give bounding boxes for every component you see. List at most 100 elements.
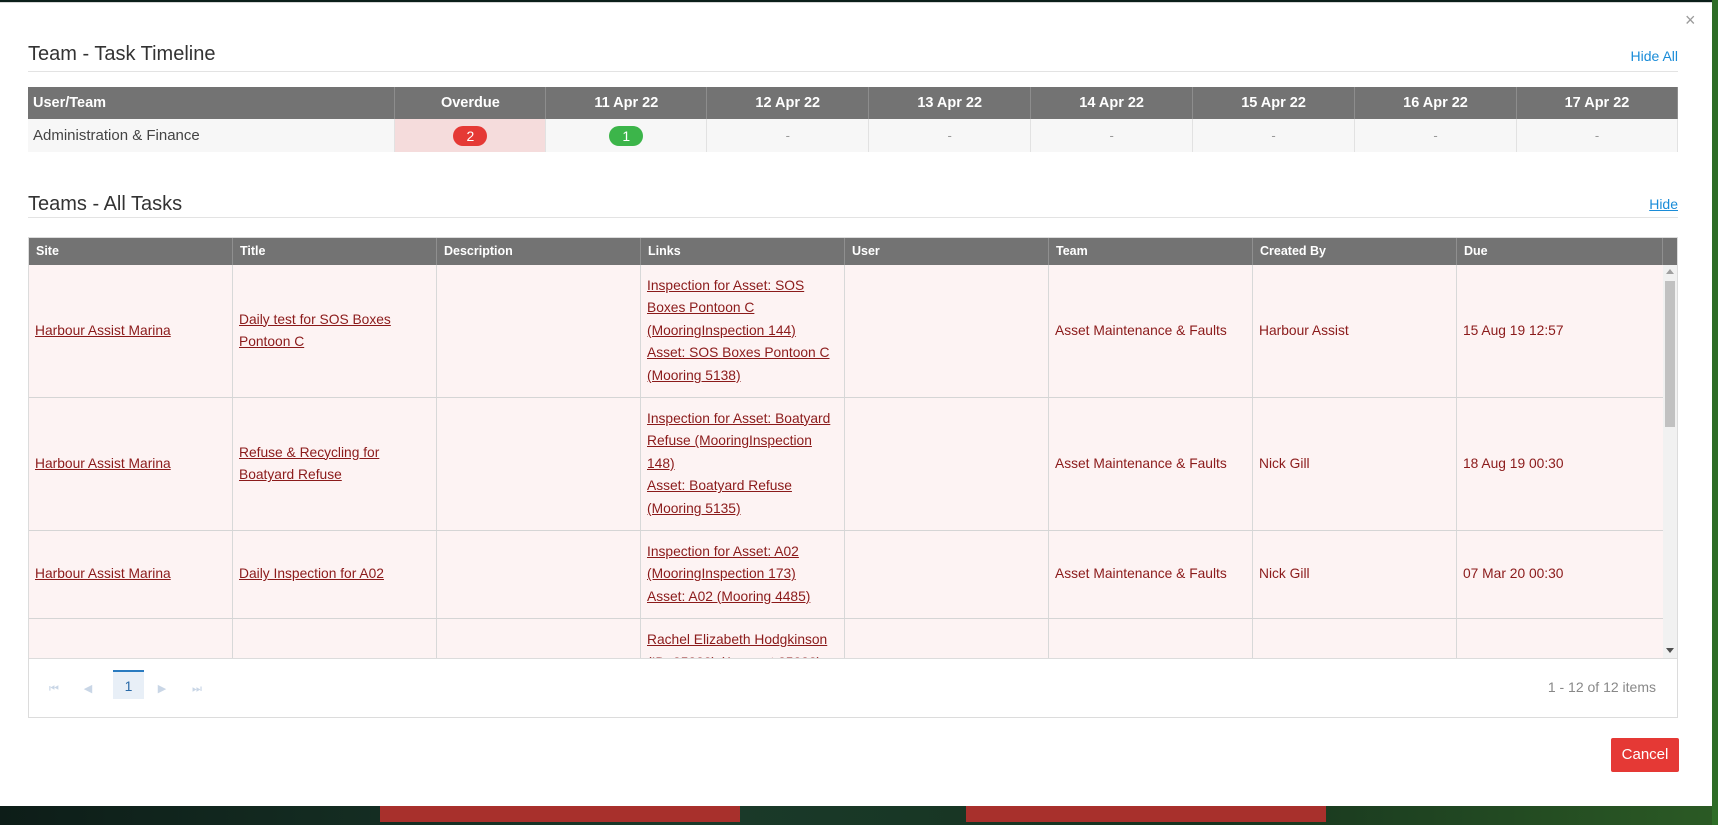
cancel-button[interactable]: Cancel bbox=[1611, 738, 1679, 772]
site-cell bbox=[29, 619, 233, 658]
user-cell bbox=[845, 265, 1049, 397]
timeline-header-row: User/Team Overdue 11 Apr 22 12 Apr 22 13… bbox=[28, 87, 1679, 119]
team-cell: Asset Maintenance & Faults bbox=[1049, 398, 1253, 530]
date-cell: - bbox=[868, 119, 1032, 152]
column-header-title[interactable]: Title bbox=[233, 238, 437, 265]
asset-link[interactable]: Asset: SOS Boxes Pontoon C (Mooring 5138… bbox=[647, 342, 838, 387]
table-row: Harbour Assist Marina Refuse & Recycling… bbox=[29, 398, 1663, 531]
prev-page-icon[interactable]: ◀ bbox=[75, 678, 101, 700]
next-page-icon[interactable]: ▶ bbox=[149, 678, 175, 700]
tasks-section-title: Teams - All Tasks bbox=[28, 193, 183, 215]
due-cell: 18 Aug 19 00:30 bbox=[1457, 398, 1663, 530]
date-cell: - bbox=[706, 119, 870, 152]
links-cell: Inspection for Asset: Boatyard Refuse (M… bbox=[641, 398, 845, 530]
task-count-badge[interactable]: 1 bbox=[609, 125, 644, 146]
created-by-cell: Harbour Assist bbox=[1253, 265, 1457, 397]
site-link[interactable]: Harbour Assist Marina bbox=[35, 563, 171, 586]
created-by-cell: Nick Gill bbox=[1253, 398, 1457, 530]
user-cell bbox=[845, 398, 1049, 530]
inspection-link[interactable]: Inspection for Asset: A02 (MooringInspec… bbox=[647, 541, 838, 586]
team-name: Administration & Finance bbox=[28, 119, 396, 152]
grid-header-row: Site Title Description Links User Team C… bbox=[29, 238, 1677, 265]
asset-link[interactable]: Asset: A02 (Mooring 4485) bbox=[647, 586, 838, 609]
tasks-grid: Site Title Description Links User Team C… bbox=[28, 237, 1678, 718]
links-cell: Inspection for Asset: SOS Boxes Pontoon … bbox=[641, 265, 845, 397]
created-by-cell: Nick Gill bbox=[1253, 531, 1457, 618]
date-cell: - bbox=[1030, 119, 1194, 152]
overdue-cell: 2 bbox=[394, 119, 547, 152]
column-header-date: 12 Apr 22 bbox=[706, 87, 870, 119]
due-cell: 07 Mar 20 00:30 bbox=[1457, 531, 1663, 618]
grid-scrollbar[interactable] bbox=[1663, 265, 1677, 658]
description-cell bbox=[437, 531, 641, 618]
hide-all-link[interactable]: Hide All bbox=[1631, 48, 1678, 64]
description-cell bbox=[437, 265, 641, 397]
links-cell: Inspection for Asset: A02 (MooringInspec… bbox=[641, 531, 845, 618]
task-title-link[interactable]: Refuse & Recycling for Boatyard Refuse bbox=[239, 442, 430, 487]
current-page-button[interactable]: 1 bbox=[113, 670, 144, 699]
column-header-description[interactable]: Description bbox=[437, 238, 641, 265]
column-header-date: 15 Apr 22 bbox=[1192, 87, 1356, 119]
created-by-cell bbox=[1253, 619, 1457, 658]
hide-link[interactable]: Hide bbox=[1649, 196, 1678, 212]
table-row: Harbour Assist Marina Daily Inspection f… bbox=[29, 531, 1663, 619]
team-value: Asset Maintenance & Faults bbox=[1055, 322, 1227, 338]
table-row: Rachel Elizabeth Hodgkinson (ID: 25222) … bbox=[29, 619, 1663, 658]
title-cell: Daily test for SOS Boxes Pontoon C bbox=[233, 265, 437, 397]
column-header-user[interactable]: User bbox=[845, 238, 1049, 265]
date-cell: - bbox=[1516, 119, 1679, 152]
overdue-count-badge[interactable]: 2 bbox=[453, 125, 488, 146]
section-divider bbox=[28, 71, 1678, 72]
inspection-link[interactable]: Inspection for Asset: Boatyard Refuse (M… bbox=[647, 408, 838, 476]
timeline-section-title: Team - Task Timeline bbox=[28, 43, 216, 65]
due-value: 07 Mar 20 00:30 bbox=[1463, 566, 1564, 582]
inspection-link[interactable]: Inspection for Asset: SOS Boxes Pontoon … bbox=[647, 275, 838, 343]
column-header-date: 16 Apr 22 bbox=[1354, 87, 1517, 119]
background-button bbox=[380, 806, 740, 822]
date-cell: 1 bbox=[545, 119, 708, 152]
site-link[interactable]: Harbour Assist Marina bbox=[35, 453, 171, 476]
site-link[interactable]: Harbour Assist Marina bbox=[35, 320, 171, 343]
grid-pager: ⏮ ◀ 1 ▶ ⏭ 1 - 12 of 12 items bbox=[29, 658, 1677, 717]
asset-link[interactable]: Asset: Boatyard Refuse (Mooring 5135) bbox=[647, 475, 838, 520]
team-cell bbox=[1049, 619, 1253, 658]
last-page-icon[interactable]: ⏭ bbox=[184, 678, 210, 700]
task-title-link[interactable]: Daily test for SOS Boxes Pontoon C bbox=[239, 309, 430, 354]
column-header-due[interactable]: Due bbox=[1457, 238, 1663, 265]
grid-body: Harbour Assist Marina Daily test for SOS… bbox=[29, 265, 1663, 658]
table-row: Harbour Assist Marina Daily test for SOS… bbox=[29, 265, 1663, 398]
title-cell: Daily Inspection for A02 bbox=[233, 531, 437, 618]
site-cell: Harbour Assist Marina bbox=[29, 265, 233, 397]
timeline-table: User/Team Overdue 11 Apr 22 12 Apr 22 13… bbox=[28, 87, 1679, 152]
due-cell: 15 Aug 19 12:57 bbox=[1457, 265, 1663, 397]
created-by-value: Harbour Assist bbox=[1259, 322, 1349, 338]
created-by-value: Nick Gill bbox=[1259, 455, 1310, 471]
user-cell bbox=[845, 619, 1049, 658]
date-cell: - bbox=[1192, 119, 1356, 152]
column-header-user-team: User/Team bbox=[28, 87, 396, 119]
scroll-down-arrow-icon[interactable] bbox=[1666, 648, 1674, 653]
team-value: Asset Maintenance & Faults bbox=[1055, 455, 1227, 471]
background-bottom bbox=[0, 806, 1718, 825]
due-value: 18 Aug 19 00:30 bbox=[1463, 455, 1564, 471]
column-header-date: 13 Apr 22 bbox=[868, 87, 1032, 119]
close-icon[interactable]: × bbox=[1685, 11, 1696, 29]
team-cell: Asset Maintenance & Faults bbox=[1049, 531, 1253, 618]
title-cell: Refuse & Recycling for Boatyard Refuse bbox=[233, 398, 437, 530]
task-timeline-modal: × Team - Task Timeline Hide All User/Tea… bbox=[0, 2, 1712, 806]
section-divider bbox=[28, 217, 1678, 218]
first-page-icon[interactable]: ⏮ bbox=[41, 678, 67, 700]
team-cell: Asset Maintenance & Faults bbox=[1049, 265, 1253, 397]
column-header-created-by[interactable]: Created By bbox=[1253, 238, 1457, 265]
task-title-link[interactable]: Daily Inspection for A02 bbox=[239, 563, 384, 586]
description-cell bbox=[437, 619, 641, 658]
scroll-thumb[interactable] bbox=[1665, 281, 1675, 427]
column-header-site[interactable]: Site bbox=[29, 238, 233, 265]
scroll-up-arrow-icon[interactable] bbox=[1666, 269, 1674, 274]
description-cell bbox=[437, 398, 641, 530]
column-header-overdue: Overdue bbox=[394, 87, 547, 119]
customer-link[interactable]: Rachel Elizabeth Hodgkinson (ID: 25222) … bbox=[647, 629, 838, 658]
column-header-team[interactable]: Team bbox=[1049, 238, 1253, 265]
title-cell bbox=[233, 619, 437, 658]
column-header-links[interactable]: Links bbox=[641, 238, 845, 265]
